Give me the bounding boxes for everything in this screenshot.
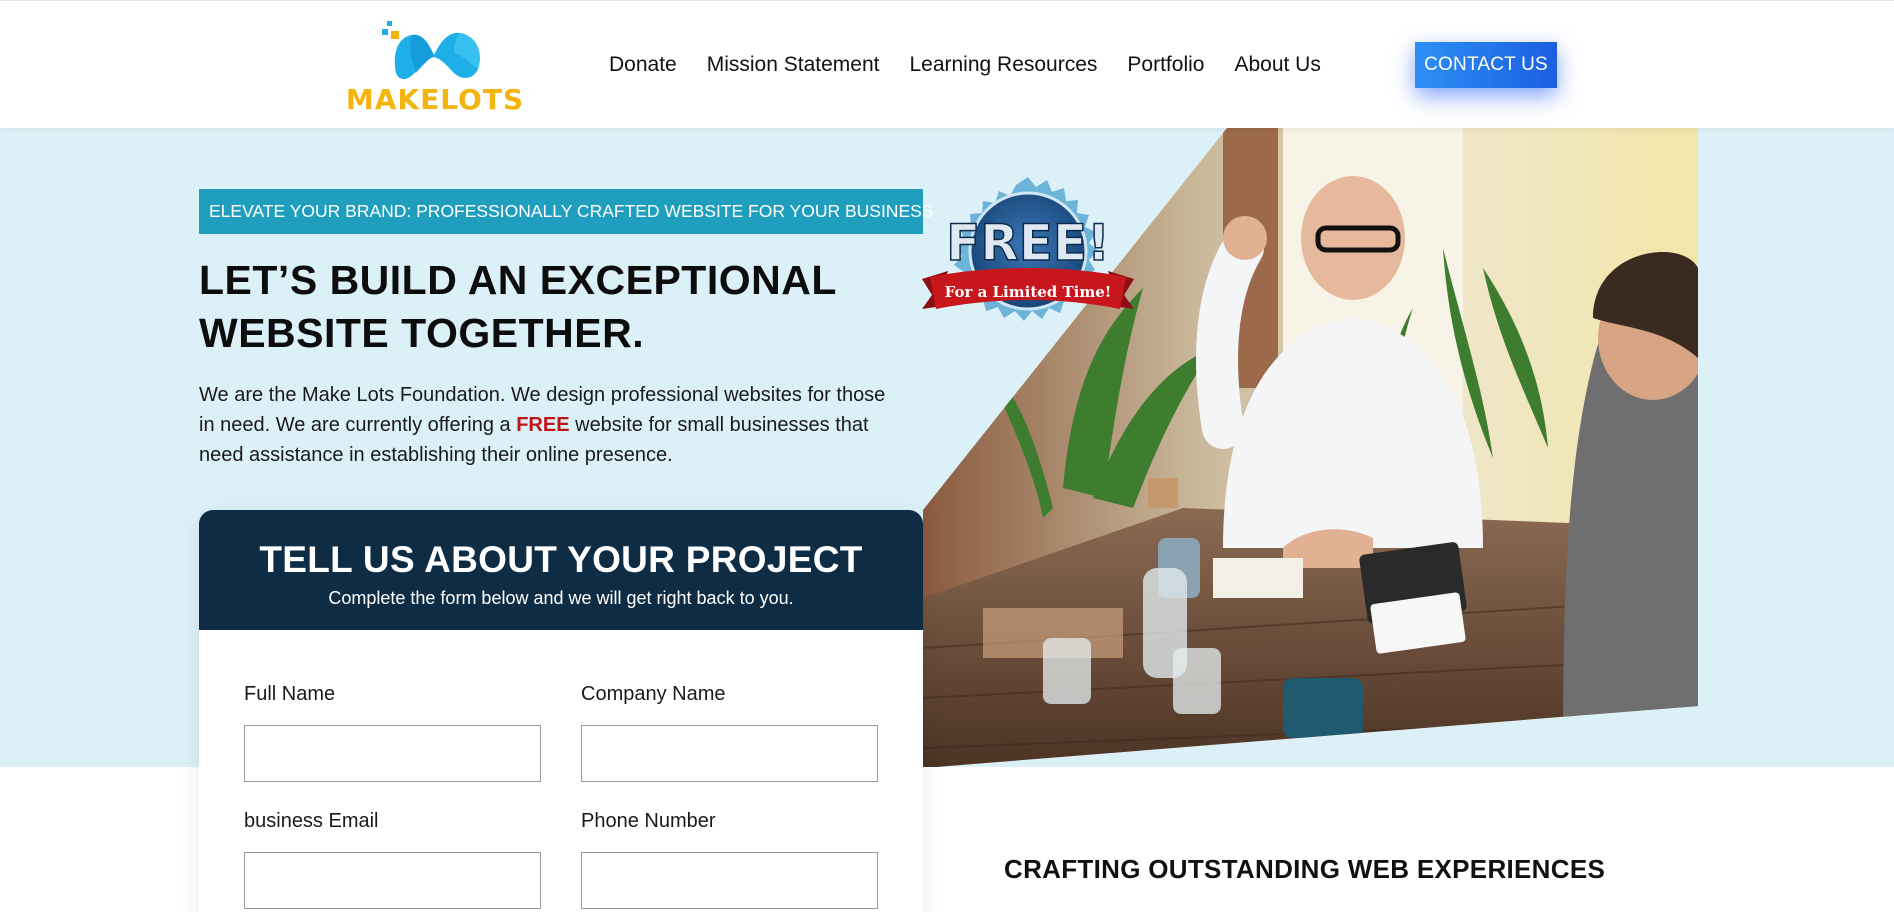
nav-donate[interactable]: Donate xyxy=(609,53,677,77)
form-subtitle: Complete the form below and we will get … xyxy=(328,588,794,608)
company-name-input[interactable] xyxy=(581,725,878,782)
nav-about-us[interactable]: About Us xyxy=(1234,53,1320,77)
business-email-label: business Email xyxy=(244,810,379,832)
main-nav: Donate Mission Statement Learning Resour… xyxy=(609,53,1321,77)
makelots-logo[interactable]: MAKELOTS xyxy=(340,19,530,119)
phone-number-label: Phone Number xyxy=(581,810,716,832)
form-title: TELL US ABOUT YOUR PROJECT xyxy=(259,539,863,580)
badge-main-text: FREE! xyxy=(946,214,1110,272)
headline-line-2: WEBSITE TOGETHER. xyxy=(199,310,645,356)
logo-wordmark: MAKELOTS xyxy=(345,83,525,116)
company-name-label: Company Name xyxy=(581,683,726,705)
makelots-logo-mark xyxy=(382,21,480,80)
full-name-label: Full Name xyxy=(244,683,336,705)
nav-mission-statement[interactable]: Mission Statement xyxy=(707,53,880,77)
hero-intro: We are the Make Lots Foundation. We desi… xyxy=(199,380,899,470)
headline-line-1: LET’S BUILD AN EXCEPTIONAL xyxy=(199,257,837,303)
intro-free-highlight: FREE xyxy=(516,414,570,436)
form-header: TELL US ABOUT YOUR PROJECT Complete the … xyxy=(199,510,923,630)
phone-number-input[interactable] xyxy=(581,852,878,909)
project-form: TELL US ABOUT YOUR PROJECT Complete the … xyxy=(199,510,923,912)
nav-learning-resources[interactable]: Learning Resources xyxy=(909,53,1097,77)
free-badge: FREE! For a Limited Time! xyxy=(920,175,1136,355)
site-header: MAKELOTS Donate Mission Statement Learni… xyxy=(0,0,1894,128)
business-email-input[interactable] xyxy=(244,852,541,909)
hero-headline: LET’S BUILD AN EXCEPTIONAL WEBSITE TOGET… xyxy=(199,254,899,360)
hero-tagline: ELEVATE YOUR BRAND: PROFESSIONALLY CRAFT… xyxy=(199,189,933,234)
free-badge-seal-icon: FREE! For a Limited Time! xyxy=(922,177,1134,321)
crafting-heading: CRAFTING OUTSTANDING WEB EXPERIENCES xyxy=(1004,854,1606,884)
contact-us-button[interactable]: CONTACT US xyxy=(1415,42,1557,88)
badge-ribbon-text: For a Limited Time! xyxy=(945,283,1112,301)
full-name-input[interactable] xyxy=(244,725,541,782)
nav-portfolio[interactable]: Portfolio xyxy=(1127,53,1204,77)
